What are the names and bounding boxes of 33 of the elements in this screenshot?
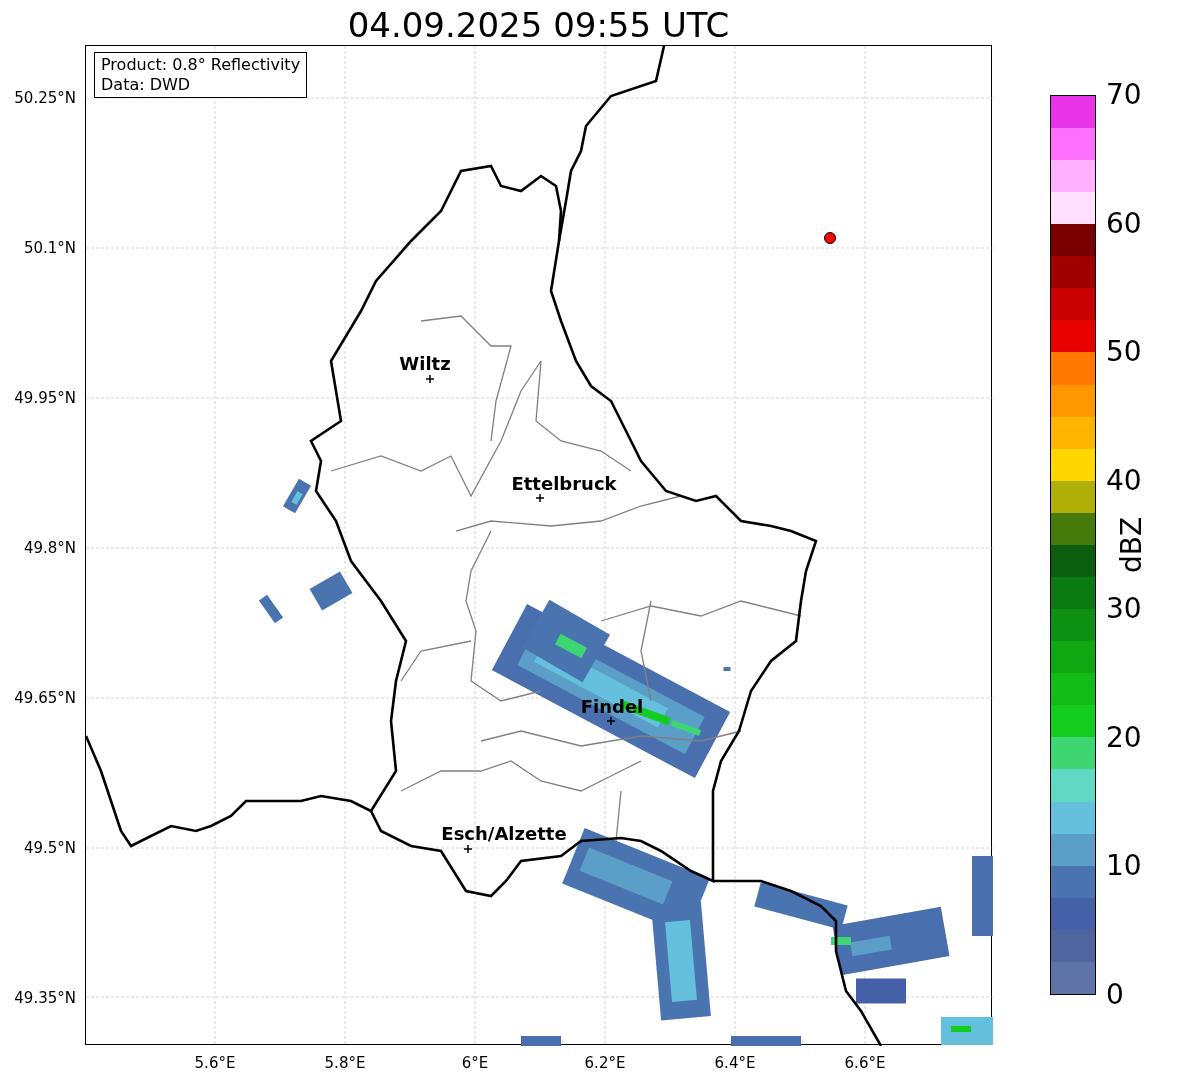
longitude-tick-label: 6.6°E — [844, 1053, 886, 1074]
city-label: Esch/Alzette — [441, 821, 567, 846]
colorbar-tick-label: 60 — [1106, 208, 1142, 239]
longitude-tick-label: 6.4°E — [714, 1053, 756, 1074]
latitude-tick-label: 49.95°N — [14, 387, 76, 409]
latitude-tick-label: 49.5°N — [23, 837, 76, 859]
latitude-tick-label: 49.8°N — [23, 537, 76, 559]
marker-dot — [824, 232, 836, 244]
latitude-tick-label: 49.35°N — [14, 987, 76, 1009]
longitude-tick-label: 5.6°E — [194, 1053, 236, 1074]
colorbar-tick-label: 40 — [1106, 465, 1142, 496]
latitude-tick-label: 50.25°N — [14, 87, 76, 109]
colorbar-tick-label: 30 — [1106, 594, 1142, 625]
latitude-tick-label: 49.65°N — [14, 687, 76, 709]
colorbar-tick-label: 10 — [1106, 851, 1142, 882]
city-label: Ettelbruck — [511, 471, 617, 496]
city-marker-icon — [425, 374, 435, 384]
longitude-tick-label: 6.2°E — [584, 1053, 626, 1074]
city-marker-icon — [463, 844, 473, 854]
colorbar-label: dBZ — [1117, 516, 1147, 574]
plot-title: 04.09.2025 09:55 UTC — [347, 5, 730, 45]
colorbar-tick-label: 50 — [1106, 337, 1142, 368]
colorbar-tick-label: 0 — [1106, 980, 1124, 1010]
info-text: Product: 0.8° Reflectivity — [101, 55, 301, 75]
colorbar-tick-label: 70 — [1106, 80, 1142, 110]
city-label: Wiltz — [399, 351, 451, 376]
city-marker-icon — [535, 493, 545, 503]
longitude-tick-label: 6°E — [461, 1053, 489, 1074]
city-marker-icon — [606, 716, 616, 726]
longitude-tick-label: 5.8°E — [324, 1053, 366, 1074]
info-text: Data: DWD — [101, 75, 192, 95]
latitude-tick-label: 50.1°N — [23, 237, 76, 259]
colorbar-tick-label: 20 — [1106, 722, 1142, 753]
